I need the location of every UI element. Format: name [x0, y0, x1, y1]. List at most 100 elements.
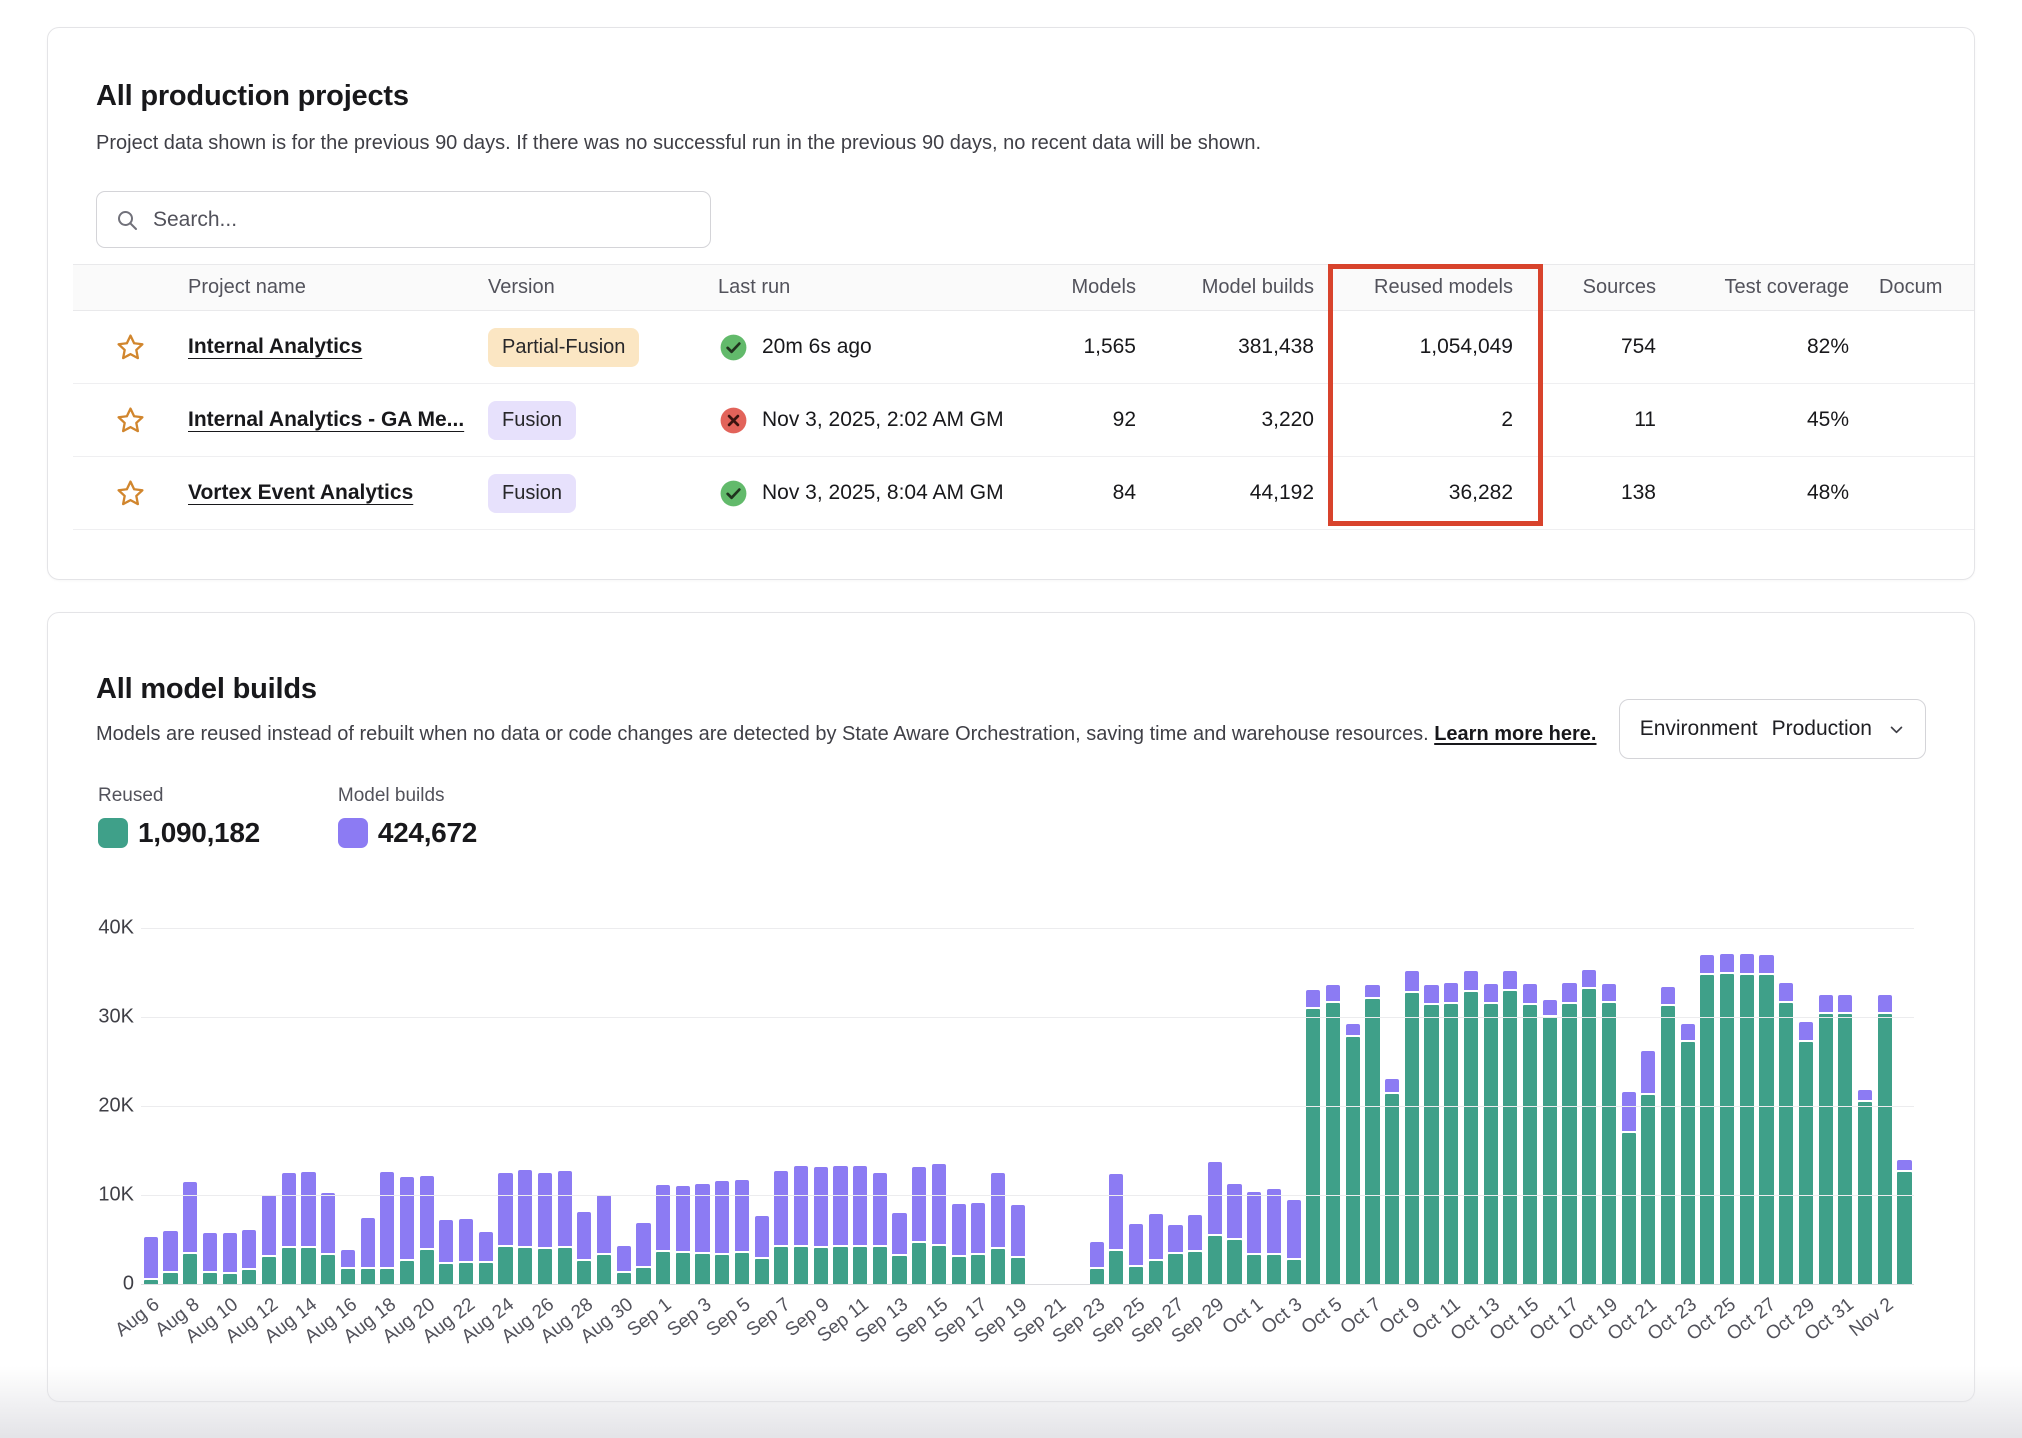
reused-segment — [459, 1263, 473, 1284]
reused-segment — [617, 1273, 631, 1284]
model-builds-segment — [735, 1180, 749, 1251]
col-last-run: Last run — [718, 276, 1048, 299]
col-project-name: Project name — [188, 276, 488, 299]
reused-segment — [932, 1246, 946, 1284]
col-test-coverage: Test coverage — [1656, 276, 1849, 299]
reused-segment — [676, 1253, 690, 1284]
search-icon — [115, 208, 139, 232]
learn-more-link[interactable]: Learn more here. — [1434, 723, 1596, 745]
favorite-star-icon[interactable] — [115, 478, 146, 509]
model-builds-segment — [1188, 1215, 1202, 1250]
reused-segment — [656, 1252, 670, 1284]
projects-table-header: Project name Version Last run Models Mod… — [73, 264, 1974, 311]
col-version: Version — [488, 276, 718, 299]
legend-value: 424,672 — [378, 817, 477, 849]
model-builds-segment — [282, 1173, 296, 1246]
reused-segment — [1168, 1254, 1182, 1284]
builds-card-subtitle: Models are reused instead of rebuilt whe… — [96, 723, 1597, 746]
project-search[interactable] — [96, 191, 711, 248]
model-builds-segment — [420, 1176, 434, 1248]
model-builds-segment — [1681, 1024, 1695, 1040]
reused-segment — [223, 1274, 237, 1284]
col-sources: Sources — [1513, 276, 1656, 299]
reused-segment — [1562, 1004, 1576, 1284]
reused-segment — [912, 1243, 926, 1284]
model-builds-segment — [301, 1172, 315, 1247]
col-models: Models — [1048, 276, 1136, 299]
model-builds-segment — [1227, 1184, 1241, 1238]
model-builds-segment — [1641, 1051, 1655, 1094]
reused-segment — [262, 1257, 276, 1284]
model-builds-segment — [1562, 983, 1576, 1002]
gridline-30K — [141, 1017, 1914, 1018]
model-builds-segment — [1464, 971, 1478, 990]
model-builds-segment — [479, 1232, 493, 1260]
chart-legend: Reused 1,090,182 Model builds 424,672 — [98, 785, 477, 849]
project-link[interactable]: Vortex Event Analytics — [188, 481, 413, 504]
model-builds-segment — [1326, 985, 1340, 1001]
reused-segment — [1326, 1003, 1340, 1284]
reused-swatch — [98, 818, 128, 848]
model-builds-segment — [1858, 1090, 1872, 1100]
legend-item-model-builds: Model builds 424,672 — [338, 785, 477, 849]
model-builds-segment — [1799, 1022, 1813, 1040]
reused-segment — [439, 1264, 453, 1284]
model-builds-segment — [577, 1212, 591, 1259]
model-builds-segment — [498, 1173, 512, 1244]
x-axis-tick: Nov 2 — [1846, 1294, 1899, 1342]
col-reused-models: Reused models — [1314, 276, 1513, 299]
environment-select[interactable]: Environment Production — [1619, 699, 1926, 759]
model-builds-segment — [1523, 984, 1537, 1003]
reused-segment — [1858, 1102, 1872, 1284]
reused-segment — [695, 1254, 709, 1284]
reused-segment — [538, 1249, 552, 1284]
reused-segment — [1503, 991, 1517, 1284]
model-builds-segment — [617, 1246, 631, 1272]
model-builds-segment — [1090, 1242, 1104, 1267]
y-axis-tick: 40K — [96, 917, 134, 940]
reused-segment — [971, 1255, 985, 1284]
favorite-star-icon[interactable] — [115, 332, 146, 363]
environment-label: Environment — [1640, 717, 1758, 741]
reused-models-value: 1,054,049 — [1314, 335, 1513, 359]
table-row-internal-analytics: Internal Analytics Partial-Fusion 20m 6s… — [73, 311, 1974, 384]
model-builds-segment — [262, 1195, 276, 1256]
project-link[interactable]: Internal Analytics - GA Me... — [188, 408, 464, 431]
reused-segment — [380, 1269, 394, 1284]
reused-segment — [1424, 1005, 1438, 1284]
reused-segment — [1622, 1133, 1636, 1284]
reused-segment — [341, 1269, 355, 1284]
favorite-star-icon[interactable] — [115, 405, 146, 436]
reused-segment — [1011, 1258, 1025, 1284]
search-input[interactable] — [153, 208, 692, 232]
model-builds-segment — [636, 1223, 650, 1266]
reused-segment — [1759, 975, 1773, 1284]
model-builds-segment — [715, 1181, 729, 1252]
model-builds-value: 44,192 — [1136, 481, 1314, 505]
model-builds-segment — [1759, 955, 1773, 973]
model-builds-chart: Aug 6Aug 8Aug 10Aug 12Aug 14Aug 16Aug 18… — [96, 928, 1914, 1284]
projects-card-title: All production projects — [96, 80, 409, 113]
model-builds-value: 3,220 — [1136, 408, 1314, 432]
model-builds-segment — [1405, 971, 1419, 991]
gridline-20K — [141, 1106, 1914, 1107]
run-error-icon — [718, 405, 749, 436]
model-builds-segment — [380, 1172, 394, 1267]
environment-value: Production — [1772, 717, 1872, 741]
reused-segment — [1306, 1009, 1320, 1284]
x-axis-tick: Oct 5 — [1297, 1294, 1346, 1339]
project-link[interactable]: Internal Analytics — [188, 335, 362, 358]
reused-segment — [1149, 1261, 1163, 1284]
model-builds-segment — [1346, 1024, 1360, 1036]
reused-segment — [853, 1247, 867, 1284]
x-axis-tick: Oct 1 — [1218, 1294, 1267, 1339]
models-value: 84 — [1048, 481, 1136, 505]
reused-segment — [1188, 1252, 1202, 1284]
reused-segment — [735, 1253, 749, 1284]
projects-table: Project name Version Last run Models Mod… — [48, 264, 1974, 530]
x-axis-tick: Sep 5 — [703, 1294, 756, 1342]
reused-segment — [1346, 1037, 1360, 1284]
model-builds-segment — [1897, 1160, 1911, 1170]
table-row-vortex-event-analytics: Vortex Event Analytics Fusion Nov 3, 202… — [73, 457, 1974, 530]
model-builds-segment — [1878, 995, 1892, 1013]
